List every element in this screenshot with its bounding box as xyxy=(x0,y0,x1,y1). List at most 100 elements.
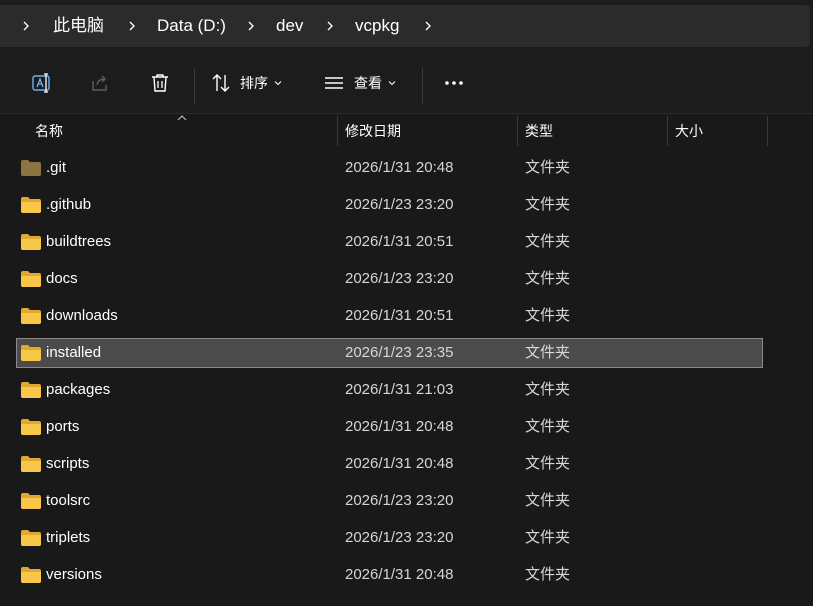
folder-icon xyxy=(21,493,41,509)
folder-icon xyxy=(21,271,41,287)
file-type: 文件夹 xyxy=(525,233,571,250)
breadcrumb-item-vcpkg[interactable]: vcpkg xyxy=(355,5,399,47)
file-name: triplets xyxy=(46,529,91,546)
file-name: .git xyxy=(46,159,67,176)
column-header-size[interactable]: 大小 xyxy=(675,114,703,148)
column-divider[interactable] xyxy=(667,116,668,146)
chevron-right-icon[interactable] xyxy=(241,5,261,47)
file-name: toolsrc xyxy=(46,492,91,509)
file-name: scripts xyxy=(46,455,90,472)
share-button[interactable] xyxy=(80,52,120,114)
file-type: 文件夹 xyxy=(525,307,571,324)
folder-icon xyxy=(21,197,41,213)
file-row[interactable]: installed 2026/1/23 23:35 文件夹 xyxy=(16,338,763,368)
toolbar-divider xyxy=(194,68,195,104)
file-row[interactable]: triplets 2026/1/23 23:20 文件夹 xyxy=(16,523,763,553)
view-button[interactable]: 查看 xyxy=(322,52,408,114)
view-label: 查看 xyxy=(354,75,382,91)
column-header-name[interactable]: 名称 xyxy=(35,114,63,148)
file-type: 文件夹 xyxy=(525,566,571,583)
file-row[interactable]: .github 2026/1/23 23:20 文件夹 xyxy=(16,190,763,220)
folder-icon xyxy=(21,308,41,324)
chevron-right-icon[interactable] xyxy=(16,5,36,47)
file-modified: 2026/1/31 20:48 xyxy=(345,418,454,435)
breadcrumb-item-data-drive[interactable]: Data (D:) xyxy=(157,5,226,47)
file-type: 文件夹 xyxy=(525,196,571,213)
address-bar: 此电脑 Data (D:) dev vcpkg xyxy=(0,0,813,52)
file-modified: 2026/1/31 20:51 xyxy=(345,233,454,250)
chevron-right-icon[interactable] xyxy=(418,5,438,47)
view-list-icon xyxy=(325,77,343,89)
file-name: ports xyxy=(46,418,80,435)
file-modified: 2026/1/31 20:51 xyxy=(345,307,454,324)
folder-icon xyxy=(21,234,41,250)
sort-label: 排序 xyxy=(240,75,268,91)
file-row[interactable]: ports 2026/1/31 20:48 文件夹 xyxy=(16,412,763,442)
file-type: 文件夹 xyxy=(525,159,571,176)
chevron-down-icon xyxy=(274,81,282,86)
folder-icon xyxy=(21,456,41,472)
file-name: installed xyxy=(46,344,102,361)
folder-icon xyxy=(21,530,41,546)
more-options-button[interactable] xyxy=(436,52,472,114)
file-modified: 2026/1/23 23:20 xyxy=(345,529,454,546)
file-modified: 2026/1/31 21:03 xyxy=(345,381,454,398)
sort-button[interactable]: 排序 xyxy=(210,52,296,114)
file-type: 文件夹 xyxy=(525,344,571,361)
file-name: docs xyxy=(46,270,78,287)
toolbar-divider xyxy=(422,68,423,104)
sort-icon xyxy=(212,74,230,92)
file-row[interactable]: buildtrees 2026/1/31 20:51 文件夹 xyxy=(16,227,763,257)
file-name: packages xyxy=(46,381,111,398)
column-divider[interactable] xyxy=(767,116,768,146)
file-name: buildtrees xyxy=(46,233,112,250)
column-header-modified[interactable]: 修改日期 xyxy=(345,114,401,148)
file-type: 文件夹 xyxy=(525,270,571,287)
delete-button[interactable] xyxy=(140,52,180,114)
trash-icon xyxy=(152,74,168,92)
file-type: 文件夹 xyxy=(525,492,571,509)
file-row[interactable]: .git 2026/1/31 20:48 文件夹 xyxy=(16,153,763,183)
breadcrumb[interactable]: 此电脑 Data (D:) dev vcpkg xyxy=(0,5,810,47)
file-row[interactable]: downloads 2026/1/31 20:51 文件夹 xyxy=(16,301,763,331)
folder-icon xyxy=(21,567,41,583)
share-icon xyxy=(92,75,107,91)
column-header-type[interactable]: 类型 xyxy=(525,114,553,148)
rename-icon xyxy=(32,73,50,93)
file-row[interactable]: docs 2026/1/23 23:20 文件夹 xyxy=(16,264,763,294)
breadcrumb-item-this-pc[interactable]: 此电脑 xyxy=(53,5,104,47)
breadcrumb-item-dev[interactable]: dev xyxy=(276,5,303,47)
file-row[interactable]: scripts 2026/1/31 20:48 文件夹 xyxy=(16,449,763,479)
folder-icon xyxy=(21,345,41,361)
file-row[interactable]: packages 2026/1/31 21:03 文件夹 xyxy=(16,375,763,405)
chevron-right-icon[interactable] xyxy=(122,5,142,47)
file-row[interactable]: toolsrc 2026/1/23 23:20 文件夹 xyxy=(16,486,763,516)
file-type: 文件夹 xyxy=(525,529,571,546)
file-name: downloads xyxy=(46,307,118,324)
column-header-row: 名称 修改日期 类型 大小 xyxy=(0,114,813,148)
file-modified: 2026/1/23 23:20 xyxy=(345,492,454,509)
command-bar: 排序 查看 xyxy=(0,52,813,114)
file-type: 文件夹 xyxy=(525,381,571,398)
file-row[interactable]: versions 2026/1/31 20:48 文件夹 xyxy=(16,560,763,590)
folder-icon xyxy=(21,419,41,435)
sort-ascending-icon xyxy=(177,115,187,121)
file-type: 文件夹 xyxy=(525,455,571,472)
file-modified: 2026/1/31 20:48 xyxy=(345,159,454,176)
folder-icon xyxy=(21,160,41,176)
file-modified: 2026/1/23 23:20 xyxy=(345,196,454,213)
more-icon xyxy=(445,81,463,85)
file-modified: 2026/1/31 20:48 xyxy=(345,566,454,583)
file-modified: 2026/1/31 20:48 xyxy=(345,455,454,472)
file-name: .github xyxy=(46,196,92,213)
chevron-down-icon xyxy=(388,81,396,86)
rename-button[interactable] xyxy=(22,52,62,114)
file-type: 文件夹 xyxy=(525,418,571,435)
column-divider[interactable] xyxy=(517,116,518,146)
file-name: versions xyxy=(46,566,102,583)
folder-icon xyxy=(21,382,41,398)
file-modified: 2026/1/23 23:20 xyxy=(345,270,454,287)
file-modified: 2026/1/23 23:35 xyxy=(345,344,454,361)
chevron-right-icon[interactable] xyxy=(320,5,340,47)
column-divider[interactable] xyxy=(337,116,338,146)
